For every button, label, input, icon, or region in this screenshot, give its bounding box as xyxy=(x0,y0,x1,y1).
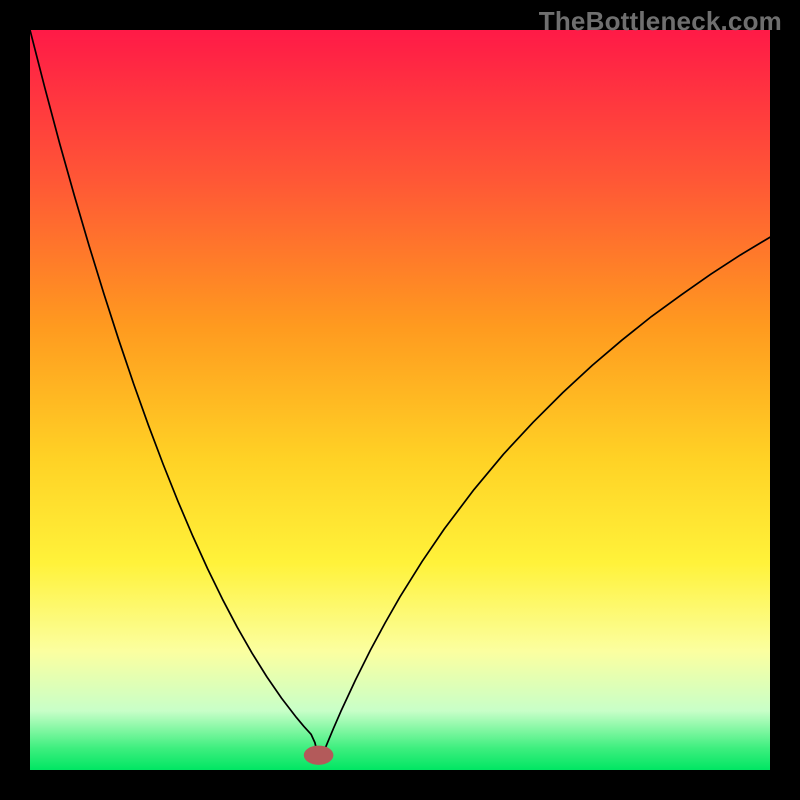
bottleneck-chart xyxy=(30,30,770,770)
chart-frame: TheBottleneck.com xyxy=(0,0,800,800)
target-marker xyxy=(304,746,334,765)
gradient-background xyxy=(30,30,770,770)
plot-area xyxy=(30,30,770,770)
watermark-label: TheBottleneck.com xyxy=(539,6,782,37)
